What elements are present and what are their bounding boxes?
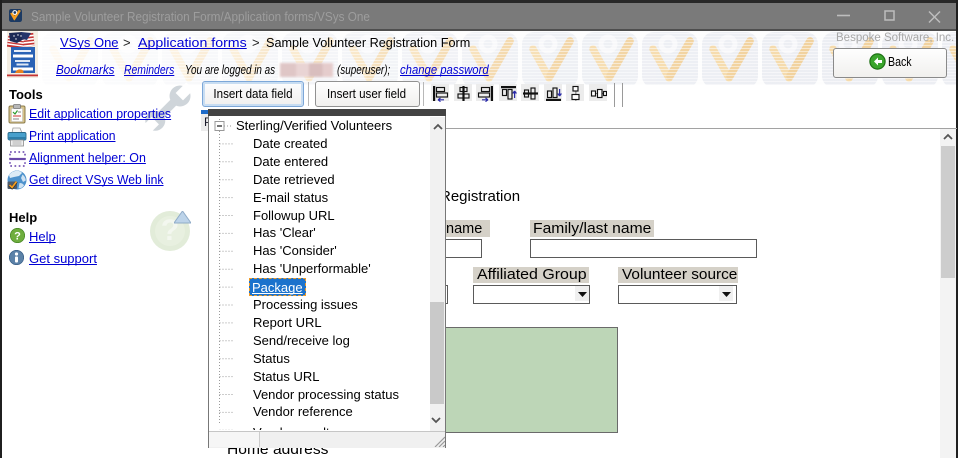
svg-text:?: ? [14,231,21,243]
